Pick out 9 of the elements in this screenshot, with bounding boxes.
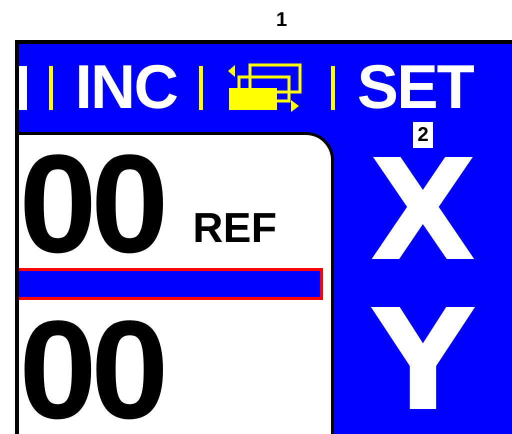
axis-value: 00	[19, 306, 163, 434]
ref-indicator: REF	[192, 206, 277, 250]
axis-label[interactable]: X	[369, 150, 477, 274]
softkey-label[interactable]: SET	[357, 56, 474, 120]
softkey-label[interactable]: INC	[75, 56, 178, 120]
callout-number: 1	[276, 8, 288, 33]
axis-value: 00	[19, 140, 163, 268]
axis-label[interactable]: Y	[372, 300, 474, 424]
callout-number: 2	[413, 122, 433, 148]
